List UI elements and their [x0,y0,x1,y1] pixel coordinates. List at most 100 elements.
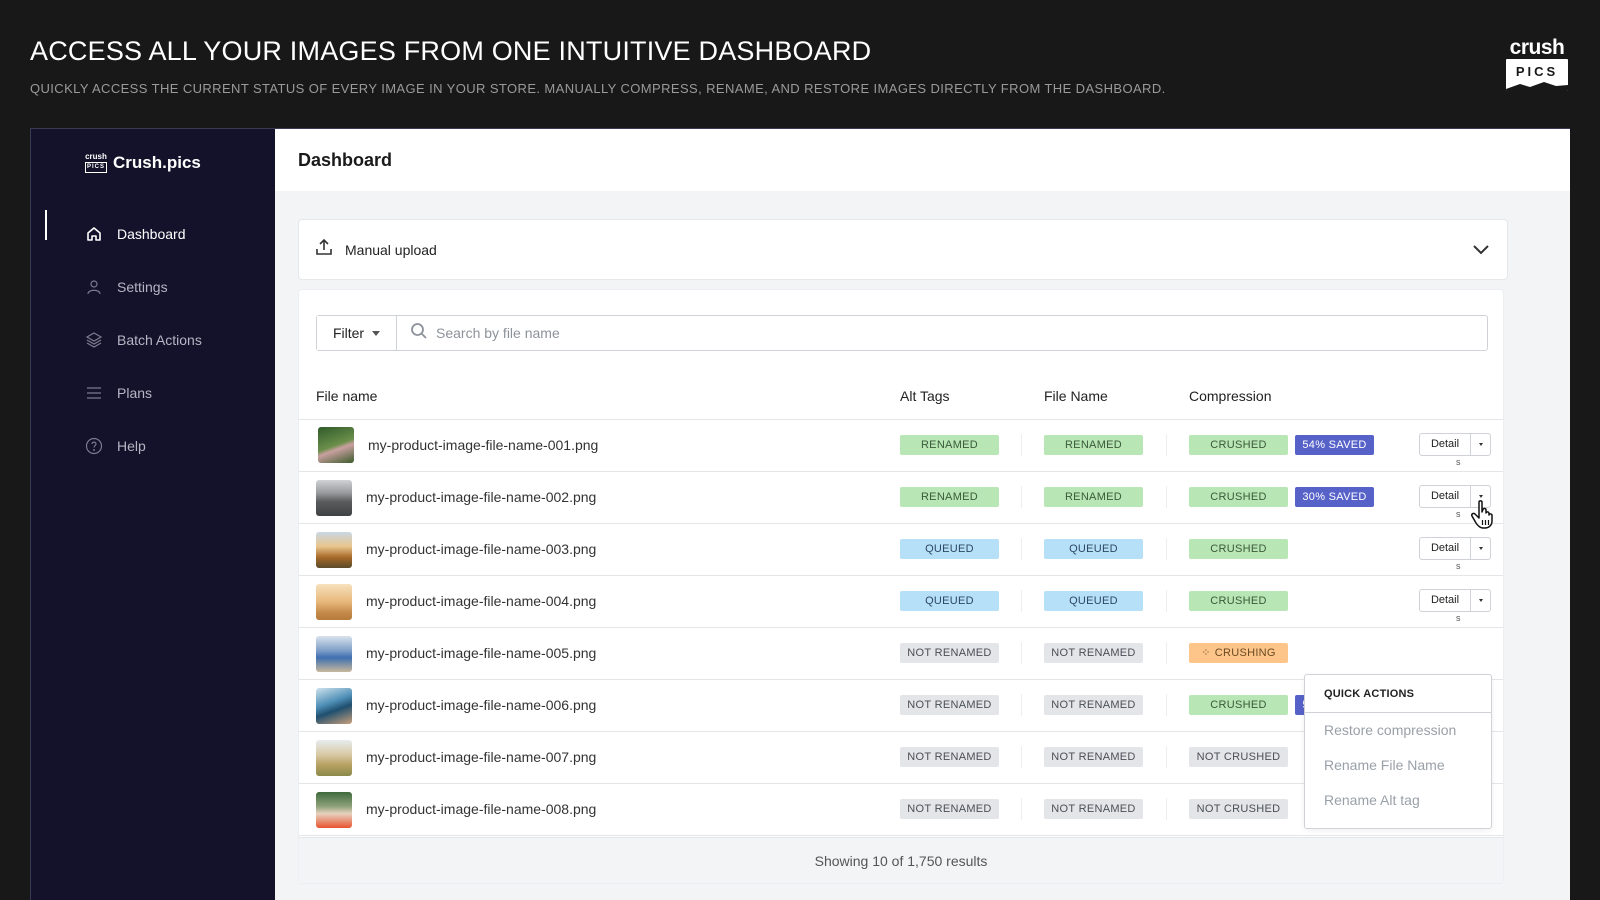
file-name-status-badge: QUEUED [1044,591,1143,611]
quick-actions-title: QUICK ACTIONS [1305,675,1491,713]
file-name-text[interactable]: my-product-image-file-name-008.png [366,801,596,817]
topbar: Dashboard [275,129,1570,191]
menu-item-rename-file-name[interactable]: Rename File Name [1305,748,1491,783]
mini-logo-top: crush [85,152,107,161]
quick-actions-toggle[interactable] [1470,538,1490,559]
caret-down-icon [1478,495,1483,498]
details-split-button: Detail s [1419,589,1491,623]
quick-actions-toggle[interactable] [1470,590,1490,611]
file-name-text[interactable]: my-product-image-file-name-004.png [366,593,596,609]
compression-status-badge: CRUSHED [1189,435,1288,455]
sidebar-item-label: Settings [117,278,168,295]
help-circle-icon [85,437,103,455]
image-thumbnail[interactable] [316,584,352,620]
details-button[interactable]: Detail s [1420,486,1470,519]
sidebar-item-help[interactable]: Help [31,419,275,472]
details-label: Detail [1430,542,1460,554]
image-thumbnail[interactable] [316,688,352,724]
details-label: Detail [1430,594,1460,606]
sidebar-item-plans[interactable]: Plans [31,366,275,419]
file-name-text[interactable]: my-product-image-file-name-003.png [366,541,596,557]
table-row[interactable]: my-product-image-file-name-003.png QUEUED… [299,524,1503,576]
user-icon [85,278,103,296]
search-input[interactable] [436,325,1336,341]
caret-down-icon [372,330,381,336]
details-label: Detail [1430,490,1460,502]
sidebar-item-label: Batch Actions [117,331,202,348]
column-divider [1166,590,1167,612]
alt-tag-status-badge: NOT RENAMED [900,695,999,715]
sidebar-item-dashboard[interactable]: Dashboard [31,207,275,260]
alt-tag-status-badge: NOT RENAMED [900,799,999,819]
table-row[interactable]: my-product-image-file-name-001.png RENAME… [299,420,1503,472]
file-name-text[interactable]: my-product-image-file-name-005.png [366,645,596,661]
logo-wordmark: crush [1509,36,1565,59]
sidebar-item-settings[interactable]: Settings [31,260,275,313]
file-name-status-badge: RENAMED [1044,435,1143,455]
column-divider [1021,538,1022,560]
image-thumbnail[interactable] [316,792,352,828]
menu-item-rename-alt-tag[interactable]: Rename Alt tag [1305,783,1491,818]
hand-cursor-icon [1470,500,1498,535]
file-name-text[interactable]: my-product-image-file-name-001.png [368,437,598,453]
manual-upload-label: Manual upload [345,241,437,258]
table-row[interactable]: my-product-image-file-name-002.png RENAME… [299,472,1503,524]
column-header-alt-tags[interactable]: Alt Tags [900,388,950,404]
filter-button[interactable]: Filter [317,316,397,350]
image-thumbnail[interactable] [316,532,352,568]
compression-status-badge: NOT CRUSHED [1189,799,1288,819]
image-thumbnail[interactable] [318,427,354,463]
compression-status-badge: CRUSHED [1189,695,1288,715]
sidebar-item-label: Help [117,437,146,454]
column-divider [1166,434,1167,456]
manual-upload-panel[interactable]: Manual upload [298,219,1508,280]
file-name-text[interactable]: my-product-image-file-name-006.png [366,697,596,713]
sidebar-brand[interactable]: crush PICS Crush.pics [85,153,201,173]
alt-tag-status-badge: QUEUED [900,591,999,611]
chevron-down-icon[interactable] [1471,240,1491,265]
mini-logo-bottom: PICS [85,162,107,173]
file-name-status-badge: NOT RENAMED [1044,695,1143,715]
details-button[interactable]: Detail s [1420,590,1470,623]
crushpics-mini-logo-icon: crush PICS [85,153,107,173]
home-icon [85,225,103,243]
column-header-file-name[interactable]: File name [316,388,377,404]
logo-badge-text: PICS [1515,64,1559,79]
details-button[interactable]: Detail s [1420,538,1470,571]
menu-item-restore-compression[interactable]: Restore compression [1305,713,1491,748]
details-label-overflow: s [1456,613,1461,623]
alt-tag-status-badge: RENAMED [900,487,999,507]
table-row[interactable]: my-product-image-file-name-004.png QUEUED… [299,576,1503,628]
image-thumbnail[interactable] [316,740,352,776]
details-button[interactable]: Detail s [1420,434,1470,467]
sidebar-brand-name: Crush.pics [113,153,201,172]
caret-down-icon [1478,599,1483,602]
table-row[interactable]: my-product-image-file-name-005.png NOT RE… [299,628,1503,680]
file-name-status-badge: NOT RENAMED [1044,643,1143,663]
file-name-text[interactable]: my-product-image-file-name-007.png [366,749,596,765]
layers-icon [85,331,103,349]
mountain-icon [1506,82,1568,91]
quick-actions-toggle[interactable] [1470,434,1490,455]
table-header: File name Alt Tags File Name Compression [299,374,1503,420]
crushpics-logo: crush PICS [1506,36,1568,91]
sidebar-nav: Dashboard Settings Batch Actions Plans H… [31,207,275,472]
compression-status-text: CRUSHING [1214,647,1276,659]
menu-icon [85,384,103,402]
column-header-compression[interactable]: Compression [1189,388,1271,404]
column-divider [1021,590,1022,612]
file-name-status-badge: QUEUED [1044,539,1143,559]
image-thumbnail[interactable] [316,636,352,672]
column-divider [1021,434,1022,456]
details-label-overflow: s [1456,509,1461,519]
file-name-text[interactable]: my-product-image-file-name-002.png [366,489,596,505]
sidebar-item-label: Dashboard [117,225,186,242]
details-label-overflow: s [1456,457,1461,467]
compression-status-badge: CRUSHED [1189,591,1288,611]
sidebar-item-batch-actions[interactable]: Batch Actions [31,313,275,366]
image-thumbnail[interactable] [316,480,352,516]
column-divider [1021,746,1022,768]
hero-title: ACCESS ALL YOUR IMAGES FROM ONE INTUITIV… [30,36,872,66]
column-header-file-name-status[interactable]: File Name [1044,388,1108,404]
column-divider [1166,798,1167,820]
